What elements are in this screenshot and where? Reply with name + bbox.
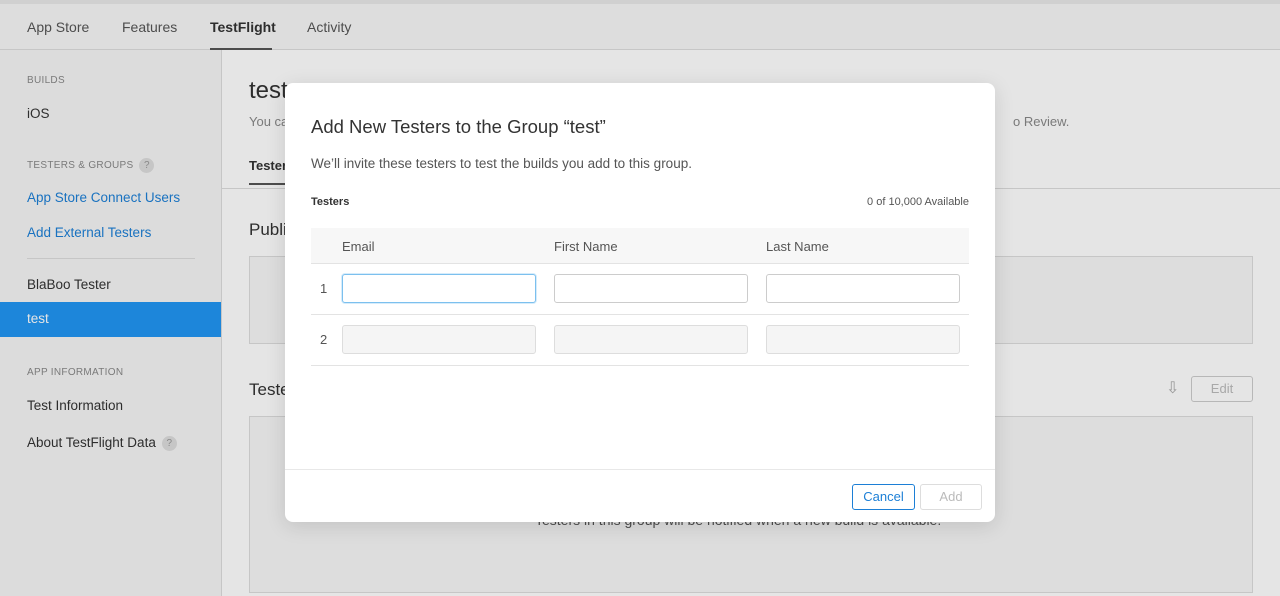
first-name-input[interactable]	[554, 325, 748, 354]
first-name-input[interactable]	[554, 274, 748, 303]
add-button[interactable]: Add	[920, 484, 982, 510]
add-testers-dialog: Add New Testers to the Group “test” We’l…	[285, 83, 995, 522]
table-header: Email First Name Last Name	[311, 228, 969, 264]
row-number: 2	[320, 332, 328, 347]
row-number: 1	[320, 281, 328, 296]
email-input[interactable]	[342, 274, 536, 303]
cancel-button[interactable]: Cancel	[852, 484, 915, 510]
last-name-input[interactable]	[766, 274, 960, 303]
table-row: 1	[311, 264, 969, 315]
testers-label: Testers	[311, 196, 350, 208]
column-email: Email	[342, 239, 375, 254]
footer-divider	[285, 469, 995, 470]
dialog-description: We’ll invite these testers to test the b…	[311, 156, 692, 171]
email-input[interactable]	[342, 325, 536, 354]
column-first-name: First Name	[554, 239, 618, 254]
table-row: 2	[311, 315, 969, 366]
available-count: 0 of 10,000 Available	[867, 196, 969, 208]
dialog-title: Add New Testers to the Group “test”	[311, 116, 606, 137]
column-last-name: Last Name	[766, 239, 829, 254]
last-name-input[interactable]	[766, 325, 960, 354]
